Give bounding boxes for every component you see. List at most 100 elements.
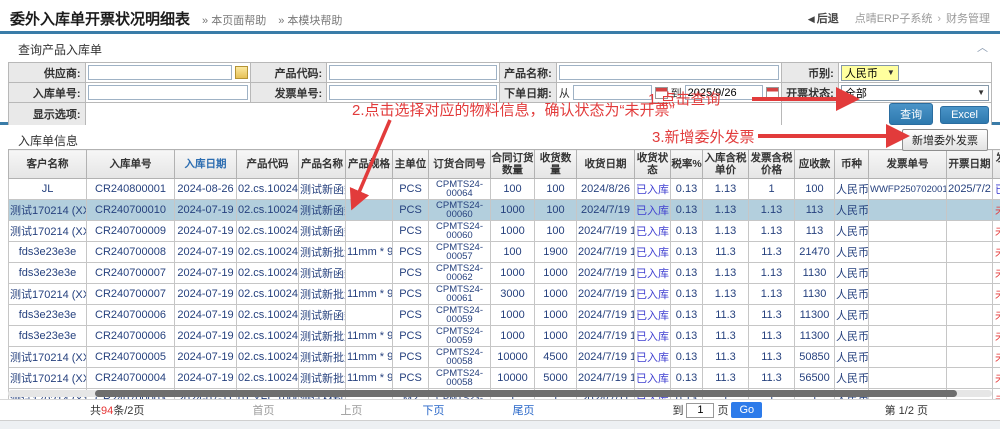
- table-row[interactable]: 测试170214 (XX) CR240700010 2024-07-19 02.…: [9, 200, 1000, 221]
- page-help-link[interactable]: » 本页面帮助: [202, 15, 266, 27]
- cell-tax-rate: 0.13: [671, 200, 703, 221]
- cell-invoice-status: 未开票: [993, 263, 1000, 284]
- cell-invoice-no: [869, 347, 947, 368]
- search-button[interactable]: 查询: [889, 103, 933, 125]
- cell-invoice-date: [947, 263, 993, 284]
- cell-inbound-no: CR240700006: [87, 305, 175, 326]
- cell-currency: 人民币: [835, 179, 869, 200]
- breadcrumb-module[interactable]: 财务管理: [946, 13, 990, 25]
- cell-received-qty: 4500: [535, 347, 577, 368]
- cell-invoice-date: [947, 368, 993, 389]
- cell-product-name: 测试新批量领: [299, 284, 346, 305]
- col-invoice-date: 开票日期: [947, 150, 993, 179]
- cell-invoice-no: [869, 368, 947, 389]
- calendar-icon[interactable]: [766, 87, 779, 99]
- next-page-link[interactable]: 下页: [422, 402, 444, 418]
- product-code-label: 产品代码:: [250, 63, 327, 83]
- invoice-no-input[interactable]: [329, 85, 497, 100]
- supplier-input[interactable]: [88, 65, 232, 80]
- cell-unit-price-tax: 1.13: [703, 263, 749, 284]
- cell-received-status: 已入库: [635, 179, 671, 200]
- table-row[interactable]: fds3e23e3e CR240700006 2024-07-19 02.cs.…: [9, 326, 1000, 347]
- cell-invoice-date: [947, 305, 993, 326]
- cell-contract-qty: 100: [491, 179, 535, 200]
- prev-page-link[interactable]: 上页: [340, 402, 362, 418]
- back-link[interactable]: ◀后退: [808, 13, 839, 25]
- cell-product-code: 02.cs.100241: [237, 221, 299, 242]
- cell-currency: 人民币: [835, 284, 869, 305]
- cell-product-spec: [346, 263, 393, 284]
- cell-product-name: 测试新函数成: [299, 200, 346, 221]
- page-word: 页: [717, 402, 728, 418]
- col-contract-qty: 合同订货数量: [491, 150, 535, 179]
- query-panel-title: 查询产品入库单: [8, 36, 992, 62]
- cell-tax-rate: 0.13: [671, 347, 703, 368]
- table-row[interactable]: JL CR240800001 2024-08-26 02.cs.100241 测…: [9, 179, 1000, 200]
- cell-unit-price-tax: 1.13: [703, 284, 749, 305]
- supplier-lookup-icon[interactable]: [235, 66, 248, 79]
- module-help-link[interactable]: » 本模块帮助: [278, 15, 342, 27]
- cell-product-name: 测试新函数成: [299, 179, 346, 200]
- first-page-link[interactable]: 首页: [252, 402, 274, 418]
- cell-contract-no: CPMTS24-00058: [429, 347, 491, 368]
- date-from-input[interactable]: [573, 85, 652, 100]
- cell-unit: PCS: [393, 284, 429, 305]
- cell-received-date: 2024/7/19 10: [577, 221, 635, 242]
- cell-inbound-no: CR240700007: [87, 263, 175, 284]
- table-row[interactable]: 测试170214 (XX) CR240700009 2024-07-19 02.…: [9, 221, 1000, 242]
- invoice-status-select[interactable]: 全部 ▼: [841, 85, 989, 101]
- product-code-input[interactable]: [329, 65, 497, 80]
- cell-customer: fds3e23e3e: [9, 263, 87, 284]
- col-received-date: 收货日期: [577, 150, 635, 179]
- table-row[interactable]: fds3e23e3e CR240700008 2024-07-19 02.cs.…: [9, 242, 1000, 263]
- cell-unit: PCS: [393, 326, 429, 347]
- cell-receivable: 21470: [795, 242, 835, 263]
- table-row[interactable]: fds3e23e3e CR240700007 2024-07-19 02.cs.…: [9, 263, 1000, 284]
- table-row[interactable]: 测试170214 (XX) CR240700004 2024-07-19 02.…: [9, 368, 1000, 389]
- cell-unit: PCS: [393, 305, 429, 326]
- col-product-name: 产品名称: [299, 150, 346, 179]
- table-row[interactable]: 测试170214 (XX) CR240700005 2024-07-19 02.…: [9, 347, 1000, 368]
- cell-product-code: 02.cs.100246: [237, 347, 299, 368]
- collapse-panel-icon[interactable]: ︿: [977, 39, 988, 55]
- cell-invoice-status: 已开票: [993, 179, 1000, 200]
- calendar-icon[interactable]: [655, 87, 668, 99]
- product-name-input[interactable]: [559, 65, 780, 80]
- cell-inbound-date: 2024-07-19: [175, 221, 237, 242]
- add-outsource-invoice-button[interactable]: 新增委外发票: [902, 129, 988, 151]
- cell-received-date: 2024/7/19: [577, 200, 635, 221]
- cell-invoice-date: [947, 242, 993, 263]
- cell-invoice-price-tax: 1.13: [749, 263, 795, 284]
- go-button[interactable]: Go: [731, 402, 762, 418]
- horizontal-scrollbar-thumb[interactable]: [95, 390, 957, 397]
- cell-inbound-date: 2024-07-19: [175, 263, 237, 284]
- col-inbound-date[interactable]: 入库日期: [175, 150, 237, 179]
- table-row[interactable]: 测试170214 (XX) CR240700007 2024-07-19 02.…: [9, 284, 1000, 305]
- excel-export-button[interactable]: Excel: [940, 106, 989, 124]
- col-currency: 币种: [835, 150, 869, 179]
- cell-inbound-no: CR240700008: [87, 242, 175, 263]
- cell-product-code: 02.cs.100246: [237, 242, 299, 263]
- cell-receivable: 113: [795, 200, 835, 221]
- cell-received-qty: 100: [535, 179, 577, 200]
- cell-inbound-no: CR240700006: [87, 326, 175, 347]
- breadcrumb-separator: ›: [937, 13, 941, 25]
- cell-received-status: 已入库: [635, 242, 671, 263]
- currency-select[interactable]: 人民币 ▼: [841, 65, 899, 81]
- cell-invoice-no: [869, 305, 947, 326]
- table-row[interactable]: fds3e23e3e CR240700006 2024-07-19 02.cs.…: [9, 305, 1000, 326]
- pagination-bar: 共94条/2页 首页 上页 下页 尾页 到 页 Go 第 1/2 页: [0, 399, 1000, 421]
- col-receivable: 应收款: [795, 150, 835, 179]
- date-to-input[interactable]: [685, 85, 764, 100]
- inbound-no-input[interactable]: [88, 85, 248, 100]
- page-number-input[interactable]: [686, 403, 714, 418]
- cell-contract-no: CPMTS24-00062: [429, 263, 491, 284]
- cell-customer: 测试170214 (XX): [9, 200, 87, 221]
- last-page-link[interactable]: 尾页: [512, 402, 534, 418]
- cell-receivable: 1130: [795, 284, 835, 305]
- cell-product-spec: [346, 221, 393, 242]
- cell-tax-rate: 0.13: [671, 326, 703, 347]
- breadcrumb-system[interactable]: 点晴ERP子系统: [855, 13, 933, 25]
- cell-contract-qty: 1000: [491, 326, 535, 347]
- cell-product-spec: 11mm * 95m: [346, 242, 393, 263]
